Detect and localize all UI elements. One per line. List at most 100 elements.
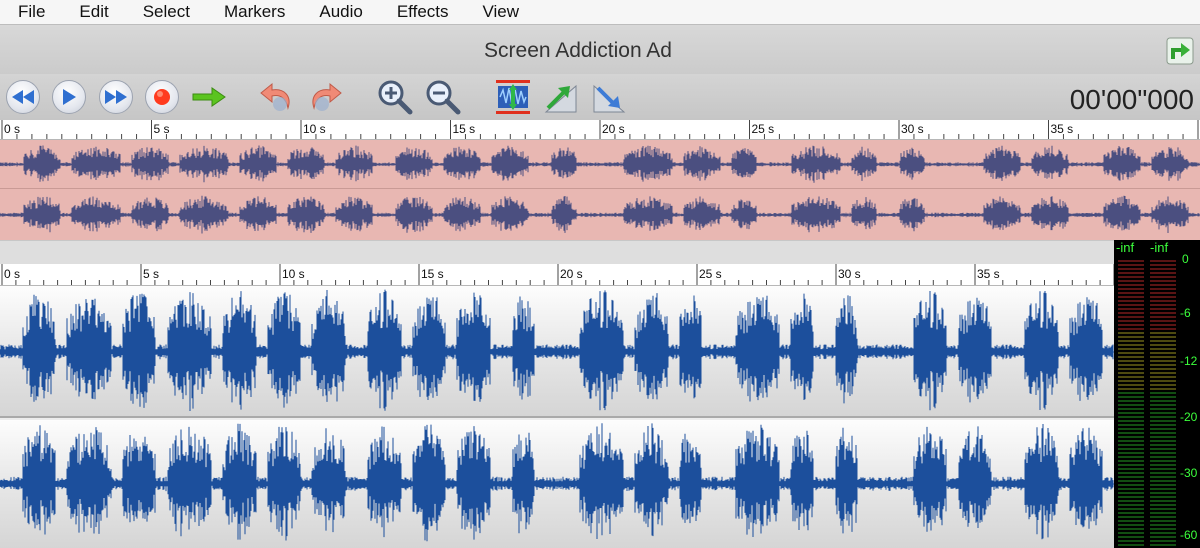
meter-segment xyxy=(1150,268,1176,270)
fade-out-button[interactable] xyxy=(590,78,628,116)
meter-segment xyxy=(1118,468,1144,470)
meter-segment xyxy=(1150,400,1176,402)
ruler-label-10s: 10 s xyxy=(303,122,326,136)
fade-in-button[interactable] xyxy=(542,78,580,116)
meter-segment xyxy=(1150,344,1176,346)
meter-segment xyxy=(1118,280,1144,282)
meter-segment xyxy=(1118,340,1144,342)
overview-waveform[interactable] xyxy=(0,140,1200,240)
toolbar: 00'00"000 xyxy=(0,74,1200,120)
meter-segment xyxy=(1118,268,1144,270)
record-icon xyxy=(154,89,170,105)
menu-bar: File Edit Select Markers Audio Effects V… xyxy=(0,0,1200,24)
ruler-label-25s: 25 s xyxy=(699,267,722,281)
ruler-label-10s: 10 s xyxy=(282,267,305,281)
meter-segment xyxy=(1118,324,1144,326)
meter-segment xyxy=(1150,304,1176,306)
meter-segment xyxy=(1150,472,1176,474)
rewind-button[interactable] xyxy=(6,80,40,114)
zoom-fit-button[interactable] xyxy=(494,78,532,116)
meter-segment xyxy=(1150,396,1176,398)
zoom-out-button[interactable] xyxy=(424,78,462,116)
fast-forward-button[interactable] xyxy=(99,80,133,114)
meter-segment xyxy=(1150,292,1176,294)
meter-segment xyxy=(1118,284,1144,286)
waveform-path xyxy=(0,289,1114,411)
meter-segment xyxy=(1118,428,1144,430)
ruler-label-0s: 0 s xyxy=(4,122,21,136)
menu-markers[interactable]: Markers xyxy=(206,0,301,24)
overview-time-ruler[interactable]: 0 s 5 s 10 s 15 s 20 s 25 s 30 s 35 s xyxy=(0,120,1200,140)
undo-icon xyxy=(260,82,290,111)
meter-segment xyxy=(1118,532,1144,534)
meter-segment xyxy=(1118,328,1144,330)
meter-segment xyxy=(1150,324,1176,326)
meter-segment xyxy=(1150,416,1176,418)
meter-left-peak: -inf xyxy=(1116,240,1135,255)
share-button[interactable] xyxy=(1164,33,1196,67)
menu-edit[interactable]: Edit xyxy=(61,0,124,24)
meter-segment xyxy=(1118,448,1144,450)
redo-button[interactable] xyxy=(306,78,344,116)
meter-segment xyxy=(1150,340,1176,342)
ruler-label-35s: 35 s xyxy=(977,267,1000,281)
meter-segment xyxy=(1118,420,1144,422)
meter-segment xyxy=(1118,356,1144,358)
undo-button[interactable] xyxy=(258,78,296,116)
menu-file[interactable]: File xyxy=(0,0,61,24)
meter-db-60: -60 xyxy=(1180,528,1198,542)
meter-segment xyxy=(1150,484,1176,486)
meter-segment xyxy=(1118,276,1144,278)
meter-segment xyxy=(1150,356,1176,358)
meter-segment xyxy=(1118,348,1144,350)
meter-segment xyxy=(1118,500,1144,502)
time-readout: 00'00"000 xyxy=(1069,84,1194,115)
menu-audio[interactable]: Audio xyxy=(301,0,378,24)
meter-segment xyxy=(1118,516,1144,518)
meter-segment xyxy=(1150,272,1176,274)
meter-segment xyxy=(1150,384,1176,386)
meter-segment xyxy=(1118,536,1144,538)
redo-icon xyxy=(312,82,342,111)
level-meter: -inf -inf 0 -6 -12 -20 -30 -60 xyxy=(1114,240,1200,548)
meter-segment xyxy=(1118,412,1144,414)
meter-segment xyxy=(1118,508,1144,510)
meter-segment xyxy=(1118,396,1144,398)
meter-segment xyxy=(1118,444,1144,446)
waveform-channel-left[interactable] xyxy=(0,286,1114,418)
menu-effects[interactable]: Effects xyxy=(379,0,465,24)
play-button[interactable] xyxy=(52,80,86,114)
meter-segment xyxy=(1118,488,1144,490)
go-button[interactable] xyxy=(190,78,228,116)
menu-view[interactable]: View xyxy=(465,0,536,24)
meter-segment xyxy=(1150,320,1176,322)
meter-segment xyxy=(1118,416,1144,418)
meter-segment xyxy=(1118,528,1144,530)
meter-segment xyxy=(1150,460,1176,462)
meter-segment xyxy=(1118,476,1144,478)
meter-segment xyxy=(1118,480,1144,482)
meter-segment xyxy=(1118,344,1144,346)
meter-segment xyxy=(1150,388,1176,390)
meter-segment xyxy=(1118,520,1144,522)
title-bar: Screen Addiction Ad xyxy=(0,24,1200,74)
play-icon xyxy=(63,89,76,105)
ruler-label-25s: 25 s xyxy=(751,122,775,136)
zoom-in-button[interactable] xyxy=(376,78,414,116)
meter-segment xyxy=(1150,496,1176,498)
record-button[interactable] xyxy=(145,80,179,114)
meter-db-6: -6 xyxy=(1180,306,1191,320)
menu-select[interactable]: Select xyxy=(125,0,206,24)
meter-segment xyxy=(1118,308,1144,310)
main-time-ruler[interactable]: 0 s 5 s 10 s 15 s 20 s 25 s 30 s 35 s 4 xyxy=(0,264,1114,286)
share-icon xyxy=(1166,37,1194,65)
meter-segment xyxy=(1118,524,1144,526)
meter-segment xyxy=(1118,432,1144,434)
waveform-channel-right[interactable] xyxy=(0,420,1114,548)
meter-segment xyxy=(1118,436,1144,438)
meter-segment xyxy=(1150,468,1176,470)
ruler-label-5s: 5 s xyxy=(143,267,160,281)
ruler-label-30s: 30 s xyxy=(901,122,924,136)
meter-segment xyxy=(1118,460,1144,462)
meter-segment xyxy=(1118,464,1144,466)
